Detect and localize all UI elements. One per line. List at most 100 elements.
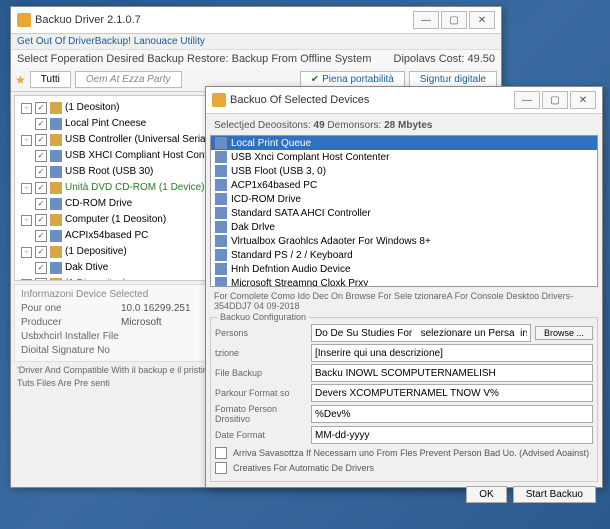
tree-checkbox[interactable] xyxy=(35,118,47,130)
list-item-label: Microsoft Streamng Cloxk Prxy xyxy=(231,278,368,288)
maximize-button[interactable]: ▢ xyxy=(441,11,467,29)
tree-checkbox[interactable] xyxy=(35,246,47,258)
list-item[interactable]: USB Floot (USB 3, 0) xyxy=(211,164,597,178)
tutti-button[interactable]: Tutti xyxy=(30,71,71,88)
tree-checkbox[interactable] xyxy=(35,150,47,162)
list-item-label: Vlrtualbox Graohlcs Adaoter For Windows … xyxy=(231,236,431,247)
device-icon xyxy=(215,179,227,191)
expand-icon[interactable]: - xyxy=(21,135,32,146)
list-item[interactable]: Hnh Defntion Audio Device xyxy=(211,262,597,276)
tree-label: (1 Dispositvn) xyxy=(65,277,126,281)
device-icon xyxy=(50,198,62,210)
device-list[interactable]: Local Print QueueUSB Xnci Complant Host … xyxy=(210,135,598,287)
minimize-button[interactable]: — xyxy=(413,11,439,29)
close-button[interactable]: ✕ xyxy=(469,11,495,29)
menu-bar[interactable]: Get Out Of DriverBackup! Lanouace Utilit… xyxy=(11,34,501,50)
device-icon xyxy=(215,151,227,163)
date-input[interactable] xyxy=(311,426,593,444)
tree-checkbox[interactable] xyxy=(35,182,47,194)
date-label: Date Format xyxy=(215,430,307,440)
expand-icon[interactable]: - xyxy=(21,215,32,226)
tree-checkbox[interactable] xyxy=(35,214,47,226)
list-item-label: ACP1x64based PC xyxy=(231,180,317,191)
overwrite-checkbox[interactable] xyxy=(215,447,227,459)
tree-checkbox[interactable] xyxy=(35,102,47,114)
config-group: Backuo Configuration Persons Browse ... … xyxy=(210,317,598,482)
dialog-titlebar: Backuo Of Selected Devices — ▢ ✕ xyxy=(206,87,602,114)
list-item-label: Dak Drlve xyxy=(231,222,275,233)
cost-label: Dipolavs Cost: 49.50 xyxy=(394,53,496,65)
device-icon xyxy=(215,263,227,275)
device-icon xyxy=(215,277,227,287)
expand-icon[interactable]: - xyxy=(21,183,32,194)
list-item[interactable]: ICD-ROM Drive xyxy=(211,192,597,206)
persons-label: Persons xyxy=(215,328,307,338)
list-item[interactable]: Local Print Queue xyxy=(211,136,597,150)
list-item-label: Standard SATA AHCI Controller xyxy=(231,208,371,219)
device-icon xyxy=(215,137,227,149)
tree-checkbox[interactable] xyxy=(35,262,47,274)
list-item-label: ICD-ROM Drive xyxy=(231,194,301,205)
file-label: File Backup xyxy=(215,368,307,378)
operation-bar: Select Foperation Desired Backup Restore… xyxy=(11,50,501,68)
titlebar: Backuo Driver 2.1.0.7 — ▢ ✕ xyxy=(11,7,501,34)
folder-icon xyxy=(50,134,62,146)
folder-icon xyxy=(50,278,62,281)
format-label: Fornato Person Drositivo xyxy=(215,404,307,424)
expand-icon[interactable]: - xyxy=(21,247,32,258)
list-item[interactable]: Standard PS / 2 / Keyboard xyxy=(211,248,597,262)
device-icon xyxy=(50,262,62,274)
file-input[interactable] xyxy=(311,364,593,382)
tree-checkbox[interactable] xyxy=(35,230,47,242)
tree-checkbox[interactable] xyxy=(35,166,47,178)
list-item[interactable]: Dak Drlve xyxy=(211,220,597,234)
auto-checkbox[interactable] xyxy=(215,462,227,474)
tree-label: Computer (1 Deositon) xyxy=(65,213,166,227)
device-icon xyxy=(50,118,62,130)
tzione-label: tzione xyxy=(215,348,307,358)
list-item[interactable]: ACP1x64based PC xyxy=(211,178,597,192)
format-input[interactable] xyxy=(311,405,593,423)
selection-info: Selectjed Deoositons: 49 Demonsors: 28 M… xyxy=(210,118,598,133)
path-info: For Comolete Como Ido Dec On Browse For … xyxy=(210,289,598,313)
browse-button[interactable]: Browse ... xyxy=(535,326,593,340)
dialog-close-button[interactable]: ✕ xyxy=(570,91,596,109)
device-icon xyxy=(215,207,227,219)
list-item[interactable]: Vlrtualbox Graohlcs Adaoter For Windows … xyxy=(211,234,597,248)
list-item[interactable]: USB Xnci Complant Host Contenter xyxy=(211,150,597,164)
device-icon xyxy=(215,221,227,233)
device-icon xyxy=(215,235,227,247)
list-item[interactable]: Standard SATA AHCI Controller xyxy=(211,206,597,220)
device-icon xyxy=(50,166,62,178)
list-item[interactable]: Microsoft Streamng Cloxk Prxy xyxy=(211,276,597,287)
dialog-icon xyxy=(212,93,226,107)
device-icon xyxy=(215,249,227,261)
tree-checkbox[interactable] xyxy=(35,134,47,146)
star-icon[interactable]: ★ xyxy=(15,73,26,87)
expand-icon[interactable]: - xyxy=(21,279,32,282)
device-icon xyxy=(215,193,227,205)
start-backup-button[interactable]: Start Backuo xyxy=(513,486,596,503)
dialog-maximize-button[interactable]: ▢ xyxy=(542,91,568,109)
list-item-label: Local Print Queue xyxy=(231,138,311,149)
device-icon xyxy=(215,165,227,177)
dialog-minimize-button[interactable]: — xyxy=(514,91,540,109)
parkour-input[interactable] xyxy=(311,384,593,402)
tree-checkbox[interactable] xyxy=(35,278,47,281)
group-label: Backuo Configuration xyxy=(217,312,309,322)
persons-input[interactable] xyxy=(311,324,531,342)
oem-button[interactable]: Oem At Ezza Party xyxy=(75,71,182,88)
app-icon xyxy=(17,13,31,27)
tree-label: Local Pint Cneese xyxy=(65,117,146,131)
tree-label: USB Root (USB 30) xyxy=(65,165,153,179)
tree-checkbox[interactable] xyxy=(35,198,47,210)
ok-button[interactable]: OK xyxy=(466,486,506,503)
window-title: Backuo Driver 2.1.0.7 xyxy=(35,14,413,26)
tree-label: Unità DVD CD-ROM (1 Device) xyxy=(65,181,204,195)
tree-label: Dak Dtive xyxy=(65,261,108,275)
expand-icon[interactable]: - xyxy=(21,103,32,114)
list-item-label: Standard PS / 2 / Keyboard xyxy=(231,250,353,261)
operation-label: Select Foperation Desired Backup Restore… xyxy=(17,53,371,65)
folder-icon xyxy=(50,214,62,226)
description-input[interactable] xyxy=(311,344,593,362)
